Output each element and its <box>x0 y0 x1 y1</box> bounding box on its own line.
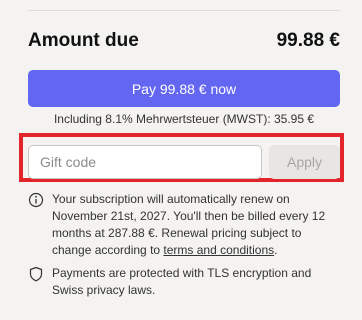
divider <box>28 10 340 11</box>
shield-icon <box>28 266 44 282</box>
gift-code-input[interactable] <box>28 145 262 179</box>
amount-due-label: Amount due <box>28 30 139 51</box>
info-icon <box>28 192 44 208</box>
renewal-text: Your subscription will automatically ren… <box>52 191 340 259</box>
renewal-text-end: . <box>274 243 278 257</box>
amount-due-row: Amount due 99.88 € <box>28 30 340 52</box>
security-notice: Payments are protected with TLS encrypti… <box>28 265 340 299</box>
terms-link[interactable]: terms and conditions <box>163 243 274 257</box>
pay-now-button[interactable]: Pay 99.88 € now <box>28 70 340 107</box>
tax-info: Including 8.1% Mehrwertsteuer (MWST): 35… <box>53 112 315 126</box>
renewal-notice: Your subscription will automatically ren… <box>28 191 340 259</box>
security-text: Payments are protected with TLS encrypti… <box>52 266 312 297</box>
amount-due-value: 99.88 € <box>276 30 340 51</box>
apply-button[interactable]: Apply <box>269 145 340 179</box>
